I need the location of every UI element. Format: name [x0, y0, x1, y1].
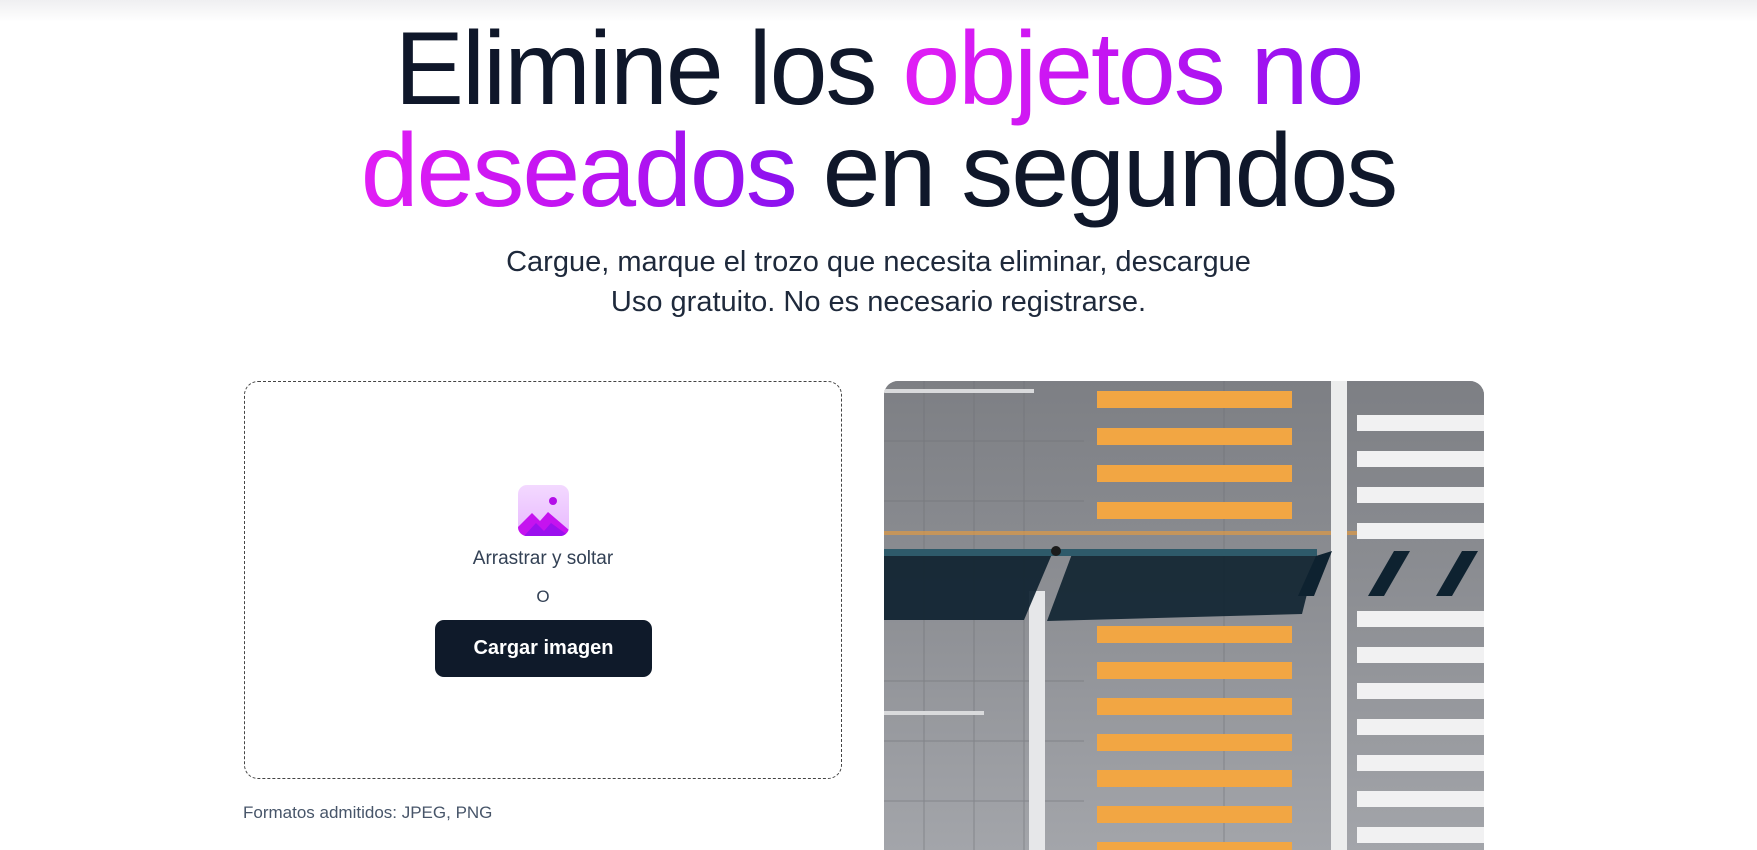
or-label: O	[536, 587, 550, 606]
subtitle-line2: Uso gratuito. No es necesario registrars…	[610, 286, 1147, 318]
image-icon	[518, 485, 569, 536]
crosswalk-photo	[884, 381, 1484, 850]
subtitle: Cargue, marque el trozo que necesita eli…	[0, 242, 1757, 322]
headline-part1: Elimine los	[394, 11, 903, 127]
headline-highlight1: objetos no	[902, 11, 1364, 127]
upload-dropzone[interactable]	[244, 381, 842, 779]
subtitle-line1: Cargue, marque el trozo que necesita eli…	[506, 246, 1251, 278]
supported-formats-text: Formatos admitidos: JPEG, PNG	[243, 803, 493, 822]
sample-preview-image	[884, 381, 1484, 850]
headline-highlight2: deseados	[360, 113, 798, 229]
upload-image-button[interactable]: Cargar imagen	[435, 620, 652, 677]
drag-drop-label: Arrastrar y soltar	[472, 548, 614, 569]
headline-part2: en segundos	[795, 113, 1399, 229]
page-title: Elimine los objetos no deseados en segun…	[0, 17, 1757, 223]
